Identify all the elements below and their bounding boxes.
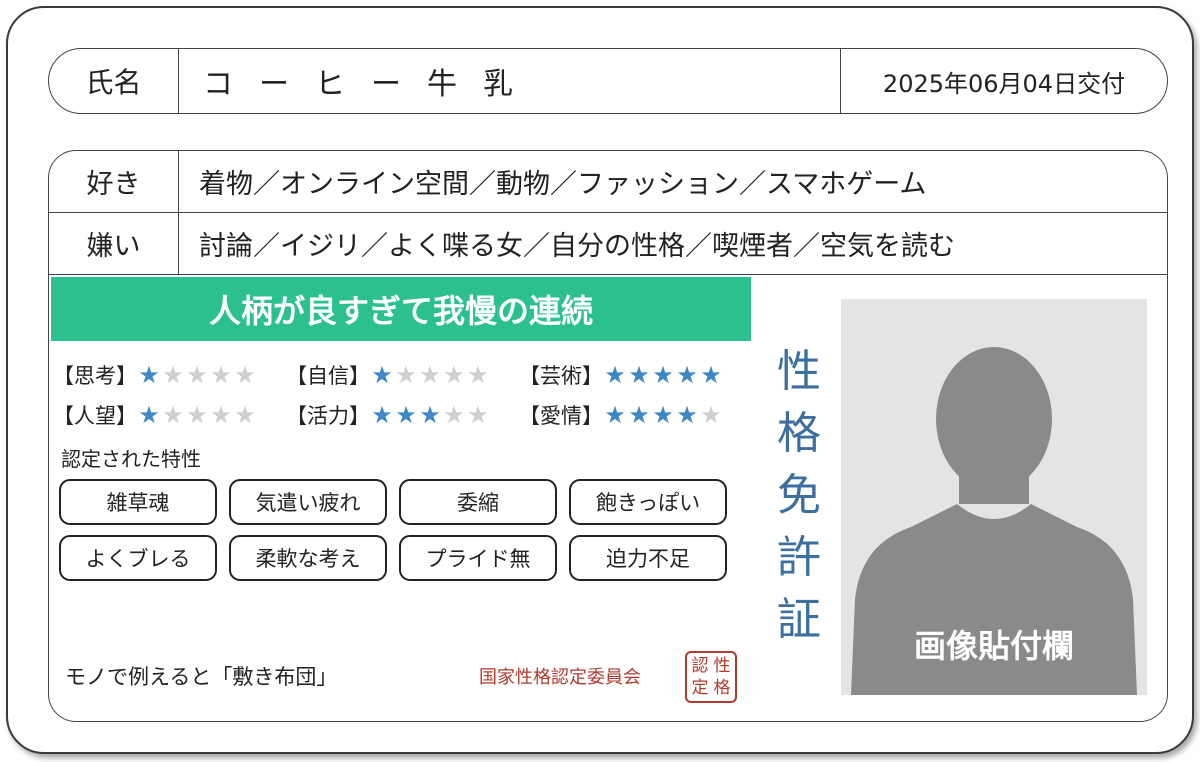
issue-date: 2025年06月04日交付 <box>882 69 1126 98</box>
star-empty-icon: ★ <box>210 401 232 429</box>
vertical-title: 性 格 免 許 証 <box>769 341 829 651</box>
star-rating: ★ ★ ★ ★ ★ <box>137 403 257 427</box>
trait-badge: よくブレる <box>59 535 217 581</box>
stat-line: 【思考】 ★ ★ ★ ★ ★ 【自信】 ★ ★ ★ ★ ★ 【芸術】 ★ ★ ★ ★ ★ <box>53 355 753 395</box>
star-filled-icon: ★ <box>395 401 417 429</box>
name-row: 氏名 コーヒー牛乳 2025年06月04日交付 <box>48 48 1168 114</box>
photo-placeholder: 画像貼付欄 <box>841 299 1147 695</box>
stats-panel: 【思考】 ★ ★ ★ ★ ★ 【自信】 ★ ★ ★ ★ ★ 【芸術】 ★ ★ ★ ★ ★ 【人望】 ★ ★… <box>53 355 753 435</box>
stat-label: 【思考】 <box>53 364 137 388</box>
star-filled-icon: ★ <box>604 361 626 389</box>
trait-badge: 委縮 <box>399 479 557 525</box>
likes-row: 好き 着物／オンライン空間／動物／ファッション／スマホゲーム <box>49 151 1167 213</box>
stat-label: 【活力】 <box>286 404 370 428</box>
stat-item: 【愛情】 ★ ★ ★ ★ ★ <box>519 400 752 430</box>
stat-label: 【自信】 <box>286 364 370 388</box>
seal-char: 性 <box>713 655 731 676</box>
trait-badge: プライド無 <box>399 535 557 581</box>
star-filled-icon: ★ <box>652 361 674 389</box>
seal-char: 認 <box>691 655 709 676</box>
star-empty-icon: ★ <box>419 361 441 389</box>
vertical-title-char: 証 <box>777 594 821 645</box>
star-rating: ★ ★ ★ ★ ★ <box>603 403 723 427</box>
trait-badge: 迫力不足 <box>569 535 727 581</box>
star-empty-icon: ★ <box>395 361 417 389</box>
headline-banner: 人柄が良すぎて我慢の連続 <box>51 277 751 341</box>
star-empty-icon: ★ <box>234 401 256 429</box>
star-empty-icon: ★ <box>443 401 465 429</box>
stat-label: 【愛情】 <box>519 404 603 428</box>
star-empty-icon: ★ <box>467 401 489 429</box>
star-empty-icon: ★ <box>443 361 465 389</box>
star-filled-icon: ★ <box>419 401 441 429</box>
star-filled-icon: ★ <box>628 401 650 429</box>
trait-badge: 気遣い疲れ <box>229 479 387 525</box>
trait-badge: 雑草魂 <box>59 479 217 525</box>
star-rating: ★ ★ ★ ★ ★ <box>370 363 490 387</box>
star-empty-icon: ★ <box>467 361 489 389</box>
stat-label: 【人望】 <box>53 404 137 428</box>
star-filled-icon: ★ <box>628 361 650 389</box>
star-filled-icon: ★ <box>138 401 160 429</box>
dislikes-row: 嫌い 討論／イジリ／よく喋る女／自分の性格／喫煙者／空気を読む <box>49 213 1167 275</box>
vertical-title-char: 免 <box>777 470 821 521</box>
vertical-title-char: 性 <box>777 346 821 397</box>
trait-badge: 飽きっぽい <box>569 479 727 525</box>
star-empty-icon: ★ <box>234 361 256 389</box>
likes-label: 好き <box>49 151 179 212</box>
star-empty-icon: ★ <box>162 361 184 389</box>
star-filled-icon: ★ <box>676 401 698 429</box>
star-filled-icon: ★ <box>676 361 698 389</box>
stat-item: 【思考】 ★ ★ ★ ★ ★ <box>53 360 286 390</box>
main-box: 好き 着物／オンライン空間／動物／ファッション／スマホゲーム 嫌い 討論／イジリ… <box>48 150 1168 722</box>
star-filled-icon: ★ <box>700 361 722 389</box>
name-value: コーヒー牛乳 <box>179 49 841 113</box>
star-empty-icon: ★ <box>210 361 232 389</box>
analogy-text: モノで例えると「敷き布団」 <box>65 665 338 689</box>
seal-stamp: 認 性 定 格 <box>685 651 737 703</box>
committee-name: 国家性格認定委員会 <box>479 667 641 688</box>
star-empty-icon: ★ <box>700 401 722 429</box>
stat-item: 【芸術】 ★ ★ ★ ★ ★ <box>519 360 752 390</box>
dislikes-label: 嫌い <box>49 213 179 274</box>
photo-label: 画像貼付欄 <box>913 627 1074 665</box>
star-rating: ★ ★ ★ ★ ★ <box>603 363 723 387</box>
trait-badge: 柔軟な考え <box>229 535 387 581</box>
star-filled-icon: ★ <box>604 401 626 429</box>
seal-char: 定 <box>691 677 709 698</box>
star-rating: ★ ★ ★ ★ ★ <box>137 363 257 387</box>
dislikes-value: 討論／イジリ／よく喋る女／自分の性格／喫煙者／空気を読む <box>199 231 955 262</box>
vertical-title-char: 許 <box>777 532 821 583</box>
stat-item: 【活力】 ★ ★ ★ ★ ★ <box>286 400 519 430</box>
stat-line: 【人望】 ★ ★ ★ ★ ★ 【活力】 ★ ★ ★ ★ ★ 【愛情】 ★ ★ ★ ★ ★ <box>53 395 753 435</box>
traits-grid: 雑草魂 気遣い疲れ 委縮 飽きっぽい よくブレる 柔軟な考え プライド無 迫力不… <box>59 479 739 581</box>
vertical-title-char: 格 <box>777 408 821 459</box>
star-filled-icon: ★ <box>138 361 160 389</box>
star-empty-icon: ★ <box>162 401 184 429</box>
likes-value: 着物／オンライン空間／動物／ファッション／スマホゲーム <box>199 169 927 200</box>
stat-item: 【自信】 ★ ★ ★ ★ ★ <box>286 360 519 390</box>
star-filled-icon: ★ <box>371 361 393 389</box>
license-card: 氏名 コーヒー牛乳 2025年06月04日交付 好き 着物／オンライン空間／動物… <box>6 6 1194 754</box>
traits-title: 認定された特性 <box>61 447 201 471</box>
name-label: 氏名 <box>49 49 179 113</box>
star-filled-icon: ★ <box>652 401 674 429</box>
stat-item: 【人望】 ★ ★ ★ ★ ★ <box>53 400 286 430</box>
star-filled-icon: ★ <box>371 401 393 429</box>
star-empty-icon: ★ <box>186 401 208 429</box>
seal-char: 格 <box>713 677 731 698</box>
star-rating: ★ ★ ★ ★ ★ <box>370 403 490 427</box>
star-empty-icon: ★ <box>186 361 208 389</box>
stat-label: 【芸術】 <box>519 364 603 388</box>
